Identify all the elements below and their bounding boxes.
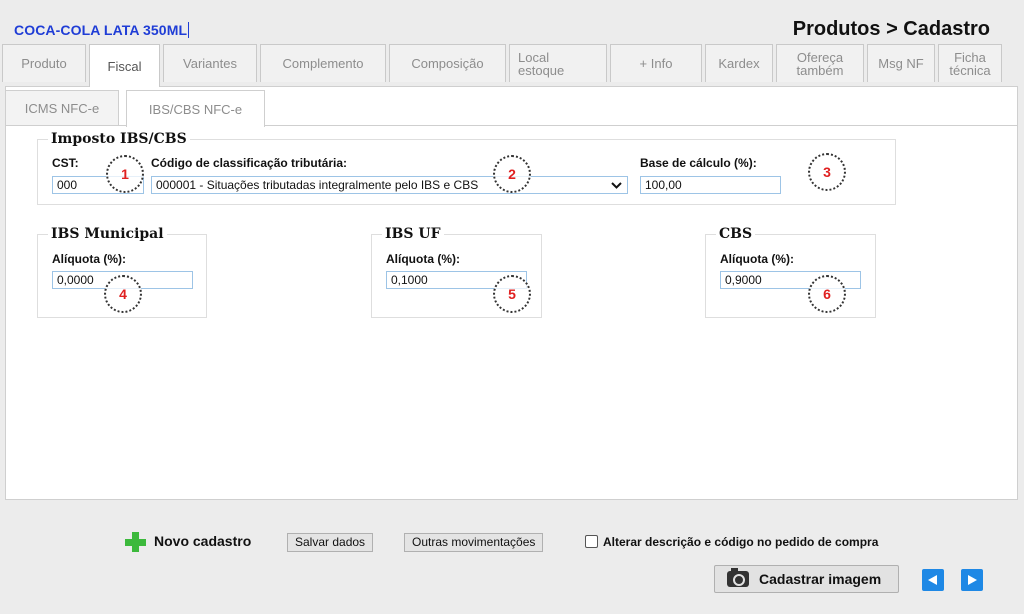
imposto-legend: Imposto IBS/CBS [48,131,190,147]
camera-icon [727,568,749,587]
marker-4: 4 [104,275,142,313]
arrow-right-icon[interactable] [961,569,983,591]
ibs-municipal-aliquota-label: Alíquota (%): [52,252,126,266]
breadcrumb: Produtos > Cadastro [792,18,990,40]
ibs-municipal-legend: IBS Municipal [48,226,167,242]
plus-icon[interactable] [124,530,146,552]
tab-fiscal[interactable]: Fiscal [89,44,160,87]
marker-2: 2 [493,155,531,193]
tab-kardex[interactable]: Kardex [705,44,773,82]
imposto-group: Imposto IBS/CBS [37,131,896,205]
base-calculo-label: Base de cálculo (%): [640,156,757,170]
product-name: COCA-COLA LATA 350ML [14,22,190,38]
cbs-aliquota-label: Alíquota (%): [720,252,794,266]
classificacao-select[interactable]: 000001 - Situações tributadas integralme… [151,176,628,194]
tab-msg-nf[interactable]: Msg NF [867,44,935,82]
marker-3: 3 [808,153,846,191]
ibs-uf-legend: IBS UF [382,226,444,242]
subtab-icms-nfce[interactable]: ICMS NFC-e [5,90,119,126]
tab-ofereca-tambem[interactable]: Ofereça também [776,44,864,82]
tab-complemento[interactable]: Complemento [260,44,386,82]
tab-produto[interactable]: Produto [2,44,86,82]
marker-6: 6 [808,275,846,313]
subtab-ibs-cbs-nfce[interactable]: IBS/CBS NFC-e [126,90,265,127]
arrow-left-icon[interactable] [922,569,944,591]
alterar-descricao-label: Alterar descrição e código no pedido de … [603,535,879,549]
tab-local-estoque[interactable]: Local estoque [509,44,607,82]
salvar-dados-button[interactable]: Salvar dados [287,533,374,552]
chevron-down-icon [611,178,622,193]
base-calculo-input[interactable]: 100,00 [640,176,781,194]
cadastrar-imagem-label: Cadastrar imagem [759,571,882,587]
tab-variantes[interactable]: Variantes [163,44,257,82]
cst-label: CST: [52,156,79,170]
marker-1: 1 [106,155,144,193]
ibs-uf-aliquota-label: Alíquota (%): [386,252,460,266]
classificacao-label: Código de classificação tributária: [151,156,348,170]
tab-mais-info[interactable]: + Info [610,44,702,82]
alterar-descricao-checkbox[interactable] [585,535,598,548]
classificacao-selected-value: 000001 - Situações tributadas integralme… [156,178,479,192]
outras-movimentacoes-button[interactable]: Outras movimentações [404,533,544,552]
cbs-legend: CBS [716,226,756,242]
novo-cadastro-link[interactable]: Novo cadastro [154,533,251,549]
marker-5: 5 [493,275,531,313]
tab-ficha-tecnica[interactable]: Ficha técnica [938,44,1002,82]
cadastrar-imagem-button[interactable]: Cadastrar imagem [714,565,899,593]
tab-composicao[interactable]: Composição [389,44,506,82]
text-caret [188,22,190,38]
